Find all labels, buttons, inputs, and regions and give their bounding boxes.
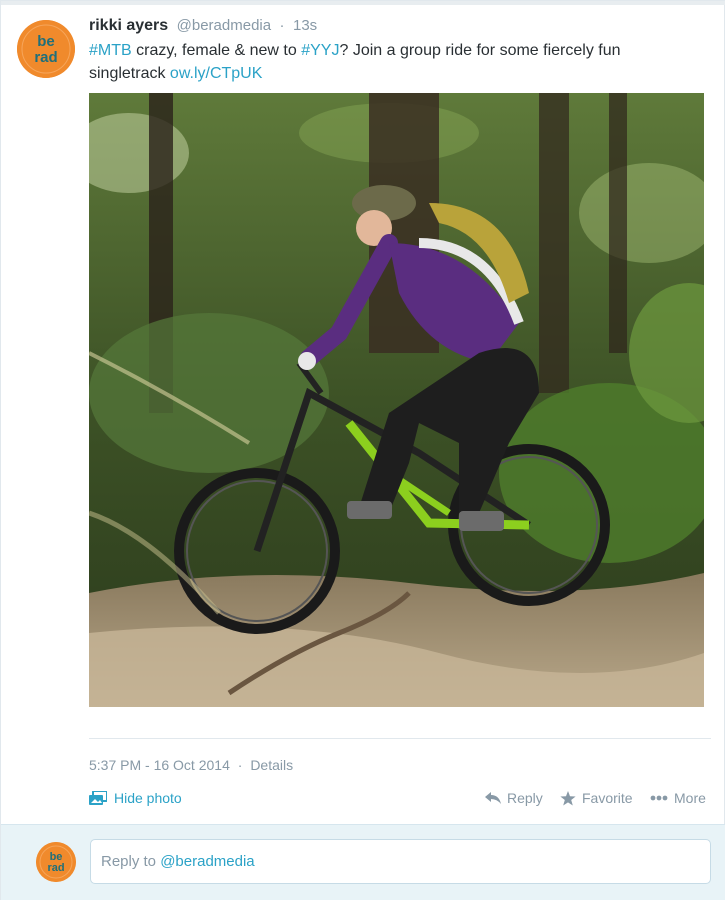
- tweet-link[interactable]: ow.ly/CTpUK: [170, 65, 262, 82]
- reply-input[interactable]: Reply to @beradmedia: [90, 839, 711, 884]
- tweet-meta: 5:37 PM - 16 Oct 2014 · Details: [89, 757, 293, 773]
- star-icon: [560, 790, 576, 806]
- header-separator: ·: [279, 17, 285, 34]
- avatar-bottom-text: rad: [34, 49, 57, 66]
- tweet-divider: [89, 738, 711, 739]
- author-name[interactable]: rikki ayers: [89, 17, 168, 34]
- mountain-biker-photo: [89, 93, 704, 707]
- author-handle[interactable]: @beradmedia: [177, 17, 271, 34]
- hide-photo-label: Hide photo: [114, 790, 182, 806]
- photo-icon: [89, 790, 108, 805]
- reply-arrow-icon: [485, 792, 501, 804]
- favorite-label: Favorite: [582, 790, 633, 806]
- current-user-avatar: be rad: [36, 842, 76, 882]
- avatar-top-text: be: [37, 33, 55, 50]
- more-dots-icon: [650, 795, 668, 801]
- details-link[interactable]: Details: [250, 757, 293, 773]
- hide-photo-button[interactable]: Hide photo: [89, 790, 182, 806]
- reply-placeholder-prefix: Reply to: [101, 853, 161, 870]
- more-label: More: [674, 790, 706, 806]
- time-ago[interactable]: 13s: [293, 17, 317, 34]
- reply-bar: be rad Reply to @beradmedia: [1, 824, 725, 900]
- tweet-header: rikki ayers @beradmedia · 13s: [89, 17, 317, 35]
- top-border: [1, 1, 725, 5]
- reply-avatar-bottom-text: rad: [47, 862, 64, 874]
- author-avatar[interactable]: be rad: [17, 20, 75, 78]
- hashtag-mtb[interactable]: #MTB: [89, 42, 132, 59]
- reply-label: Reply: [507, 790, 543, 806]
- reply-button[interactable]: Reply: [485, 790, 543, 806]
- tweet-timestamp[interactable]: 5:37 PM - 16 Oct 2014: [89, 757, 230, 773]
- favorite-button[interactable]: Favorite: [560, 790, 633, 806]
- tweet-text: #MTB crazy, female & new to #YYJ? Join a…: [89, 39, 689, 85]
- tweet-photo[interactable]: [89, 93, 704, 707]
- reply-placeholder-handle: @beradmedia: [160, 853, 255, 870]
- tweet-actions: Hide photo Reply Favorite More: [89, 790, 711, 812]
- meta-separator: ·: [237, 757, 243, 773]
- tweet-text-part-1: crazy, female & new to: [131, 42, 302, 59]
- tweet-card: be rad rikki ayers @beradmedia · 13s #MT…: [0, 0, 725, 900]
- more-button[interactable]: More: [650, 790, 706, 806]
- hashtag-yyj[interactable]: #YYJ: [301, 42, 339, 59]
